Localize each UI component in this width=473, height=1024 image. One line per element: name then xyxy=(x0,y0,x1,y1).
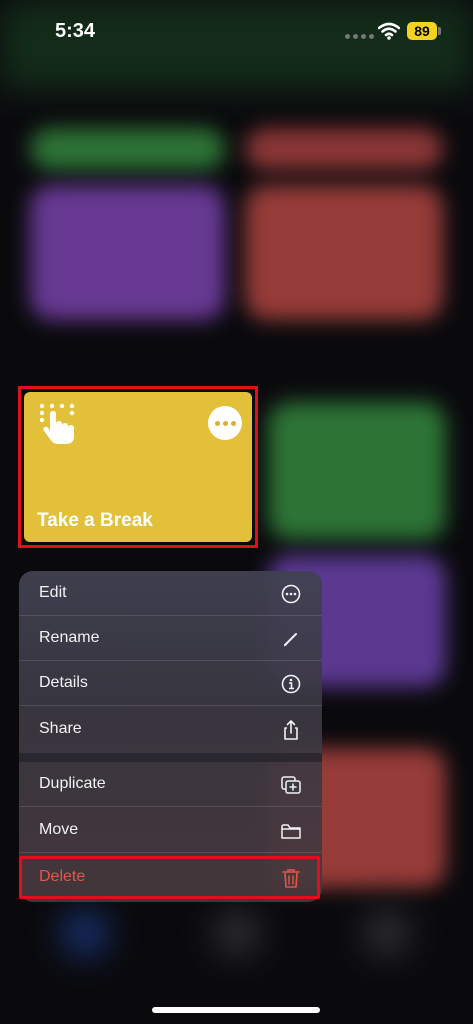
menu-item-label: Edit xyxy=(39,584,67,601)
menu-item-duplicate[interactable]: Duplicate xyxy=(19,762,322,807)
battery-indicator: 89 xyxy=(407,22,437,40)
hand-tap-icon xyxy=(39,403,75,444)
menu-item-rename[interactable]: Rename xyxy=(19,616,322,661)
context-menu: Edit Rename Details Share Duplicate Move… xyxy=(19,571,322,902)
ellipsis-circle-icon xyxy=(281,584,301,604)
menu-item-label: Share xyxy=(39,720,82,737)
home-indicator[interactable] xyxy=(152,1007,320,1013)
menu-item-move[interactable]: Move xyxy=(19,808,322,853)
battery-tip xyxy=(438,27,441,35)
shortcut-card-take-a-break[interactable]: Take a Break xyxy=(24,392,252,542)
folder-icon xyxy=(281,824,301,839)
signal-icon xyxy=(345,34,374,39)
share-icon xyxy=(284,720,298,740)
status-bar: 5:34 89 xyxy=(0,0,473,60)
info-circle-icon xyxy=(281,674,301,694)
menu-item-edit[interactable]: Edit xyxy=(19,571,322,616)
status-time: 5:34 xyxy=(55,20,96,42)
menu-item-label: Rename xyxy=(39,629,100,646)
menu-item-label: Move xyxy=(39,821,79,838)
delete-highlight-outline xyxy=(19,856,320,899)
wifi-icon xyxy=(378,22,400,40)
menu-item-label: Details xyxy=(39,674,88,691)
menu-item-share[interactable]: Share xyxy=(19,707,322,752)
card-title: Take a Break xyxy=(37,510,153,531)
menu-separator xyxy=(19,753,322,762)
menu-item-details[interactable]: Details xyxy=(19,661,322,706)
pencil-icon xyxy=(284,633,297,647)
menu-item-label: Duplicate xyxy=(39,775,106,792)
duplicate-icon xyxy=(281,776,301,794)
more-options-icon[interactable] xyxy=(208,406,242,440)
